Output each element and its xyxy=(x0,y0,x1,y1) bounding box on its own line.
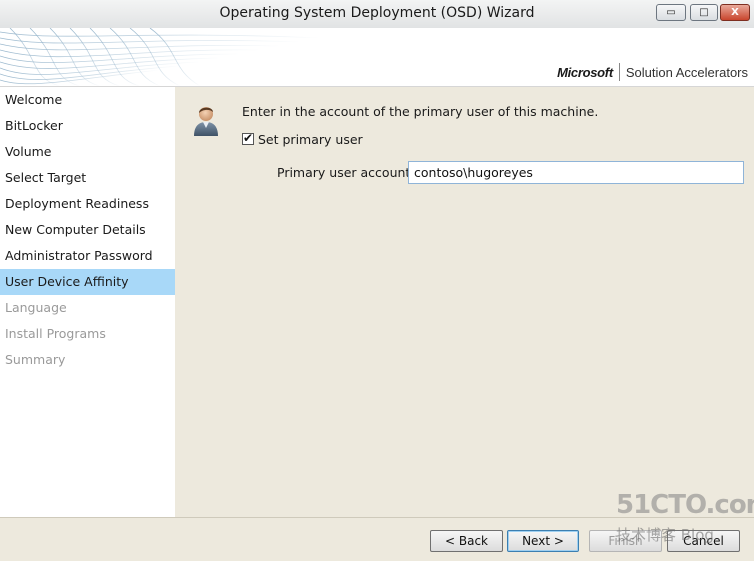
sidebar-item-user-device-affinity[interactable]: User Device Affinity xyxy=(0,269,175,295)
set-primary-user-label[interactable]: Set primary user xyxy=(258,132,363,147)
sidebar-item-new-computer-details[interactable]: New Computer Details xyxy=(0,217,175,243)
minimize-button[interactable]: ▭ xyxy=(656,4,686,21)
title-bar: Operating System Deployment (OSD) Wizard… xyxy=(0,0,754,29)
brand-logo: Microsoft Solution Accelerators xyxy=(557,63,748,81)
close-icon: X xyxy=(731,7,739,18)
sidebar-item-administrator-password[interactable]: Administrator Password xyxy=(0,243,175,269)
set-primary-user-checkbox[interactable]: ✔ xyxy=(242,131,254,145)
next-button[interactable]: Next > xyxy=(507,530,579,552)
instruction-text: Enter in the account of the primary user… xyxy=(242,104,599,119)
sidebar-item-language: Language xyxy=(5,300,67,315)
brand-divider xyxy=(618,63,620,81)
finish-button: Finish xyxy=(589,530,662,552)
banner-wave-graphic xyxy=(0,28,320,86)
maximize-icon: □ xyxy=(699,7,709,18)
wizard-steps-sidebar: Welcome BitLocker Volume Select Target D… xyxy=(0,87,175,517)
sidebar-item-deployment-readiness[interactable]: Deployment Readiness xyxy=(0,191,175,217)
sidebar-item-install-programs: Install Programs xyxy=(5,326,106,341)
primary-user-account-label: Primary user account: xyxy=(277,165,415,180)
cancel-button[interactable]: Cancel xyxy=(667,530,740,552)
user-icon xyxy=(194,107,218,136)
sidebar-item-welcome[interactable]: Welcome xyxy=(0,87,175,113)
sidebar-item-bitlocker[interactable]: BitLocker xyxy=(0,113,175,139)
back-button[interactable]: < Back xyxy=(430,530,503,552)
sidebar-item-select-target[interactable]: Select Target xyxy=(0,165,175,191)
sidebar-item-volume[interactable]: Volume xyxy=(0,139,175,165)
wizard-footer: < Back Next > Finish Cancel xyxy=(0,517,754,561)
close-button[interactable]: X xyxy=(720,4,750,21)
microsoft-logo: Microsoft xyxy=(557,64,613,80)
header-banner: Microsoft Solution Accelerators xyxy=(0,28,754,87)
window-title: Operating System Deployment (OSD) Wizard xyxy=(219,5,535,21)
maximize-button[interactable]: □ xyxy=(690,4,718,21)
primary-user-account-input[interactable] xyxy=(408,161,744,184)
product-name: Solution Accelerators xyxy=(625,64,748,80)
minimize-icon: ▭ xyxy=(666,7,676,18)
checkmark-icon: ✔ xyxy=(243,131,254,145)
wizard-content-pane: Enter in the account of the primary user… xyxy=(175,87,754,517)
sidebar-item-summary: Summary xyxy=(5,352,66,367)
